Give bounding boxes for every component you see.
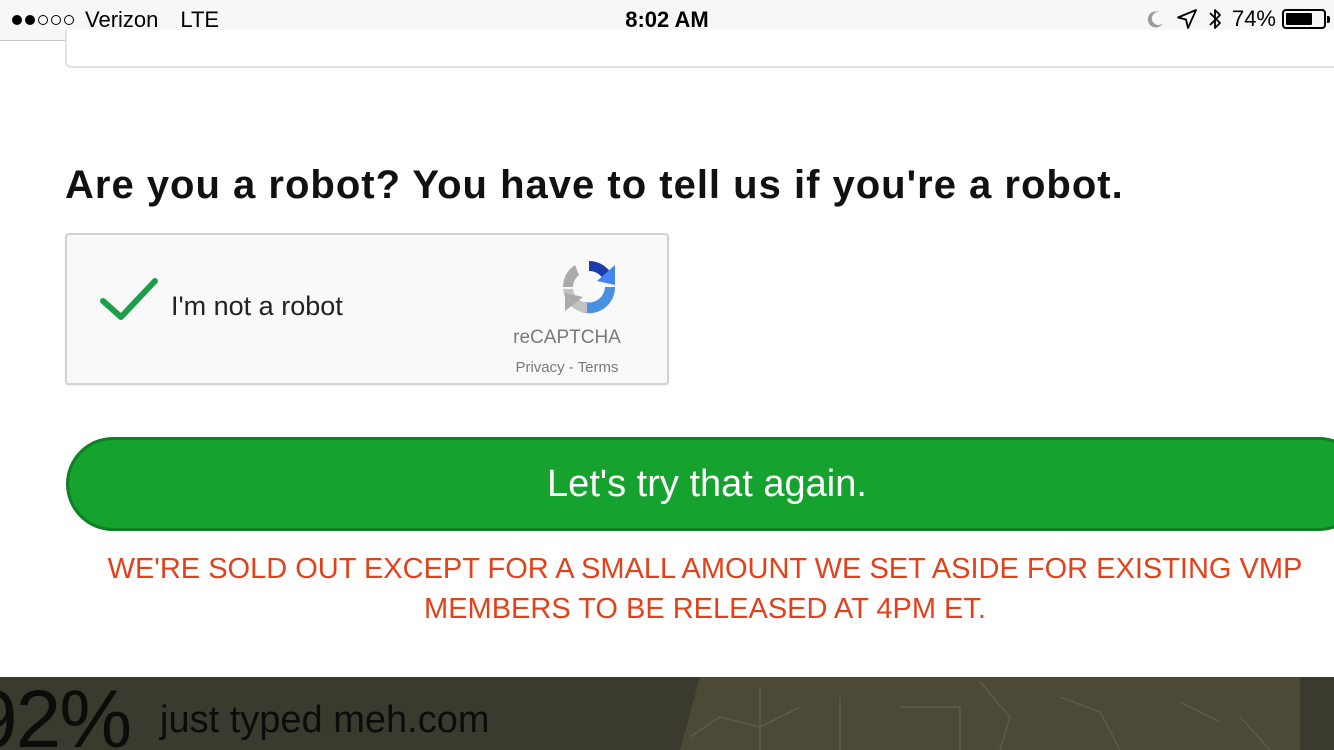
checkmark-icon[interactable] — [99, 275, 159, 330]
moon-icon — [1146, 9, 1166, 29]
battery-percent: 74% — [1231, 6, 1276, 31]
location-arrow-icon — [1176, 8, 1198, 30]
recaptcha-label: I'm not a robot — [171, 291, 343, 321]
recaptcha-privacy-terms-link[interactable]: Privacy - Terms — [487, 359, 647, 376]
recaptcha-brand: reCAPTCHA — [513, 327, 621, 348]
signal-dot — [12, 15, 22, 25]
robot-question-heading: Are you a robot? You have to tell us if … — [65, 163, 1124, 207]
signal-dot — [38, 15, 48, 25]
signal-dot — [64, 15, 74, 25]
bluetooth-icon — [1208, 7, 1222, 31]
stat-percentage: 92% — [0, 677, 132, 750]
previous-form-card — [65, 30, 1334, 68]
status-right: 74% — [1136, 6, 1330, 32]
recaptcha-widget: I'm not a robot reCAPTCHA Privacy - Term… — [65, 233, 669, 385]
sold-out-notice: WE'RE SOLD OUT EXCEPT FOR A SMALL AMOUNT… — [107, 553, 1303, 625]
signal-dot — [51, 15, 61, 25]
retry-button-label: Let's try that again. — [547, 462, 867, 505]
stats-banner: 92% just typed meh.com — [0, 677, 1334, 750]
retry-button[interactable]: Let's try that again. — [66, 437, 1334, 531]
recaptcha-logo-icon — [557, 255, 621, 324]
stat-caption: just typed meh.com — [160, 699, 490, 741]
signal-dot — [25, 15, 35, 25]
battery-tip — [1327, 16, 1330, 23]
battery-icon — [1282, 9, 1330, 29]
screen: Verizon LTE 8:02 AM 74% Are you a robot?… — [0, 0, 1334, 750]
battery-fill — [1286, 13, 1312, 25]
signal-strength-icon — [12, 15, 77, 25]
